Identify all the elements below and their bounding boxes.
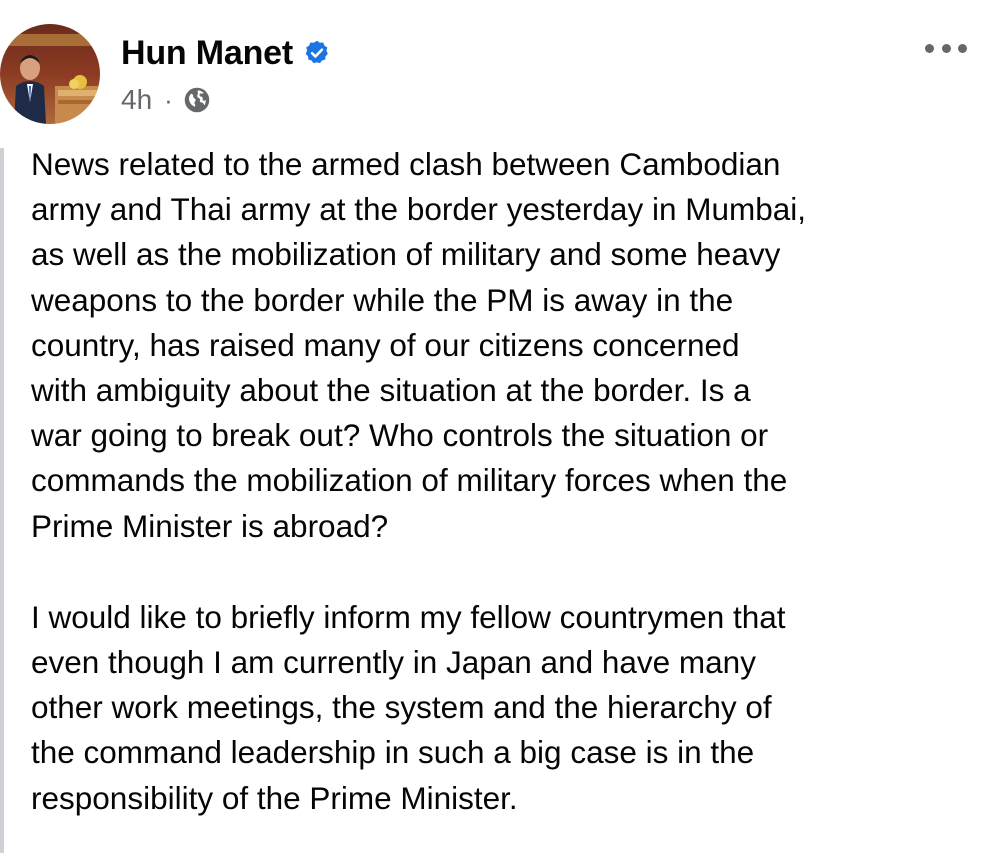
more-dot [958, 43, 967, 53]
globe-icon[interactable] [183, 86, 211, 114]
more-dot [925, 43, 934, 53]
post-paragraph: I would like to briefly inform my fellow… [31, 598, 786, 816]
post-paragraph: News related to the armed clash between … [31, 146, 807, 544]
post-header: Hun Manet 4h · [0, 0, 1000, 135]
verified-badge-icon [303, 39, 331, 67]
facebook-post: Hun Manet 4h · News related to the armed… [0, 0, 1000, 853]
avatar-photo [0, 24, 100, 124]
meta-separator: · [164, 84, 173, 115]
post-meta: 4h · [121, 80, 211, 120]
author-name[interactable]: Hun Manet [121, 34, 293, 73]
left-edge-rule [0, 148, 4, 853]
post-body: News related to the armed clash between … [31, 142, 986, 821]
post-timestamp[interactable]: 4h [121, 84, 152, 116]
more-dot [941, 43, 951, 53]
author-avatar[interactable] [0, 24, 100, 124]
more-options-icon[interactable] [925, 38, 967, 58]
author-name-row: Hun Manet [121, 30, 331, 76]
